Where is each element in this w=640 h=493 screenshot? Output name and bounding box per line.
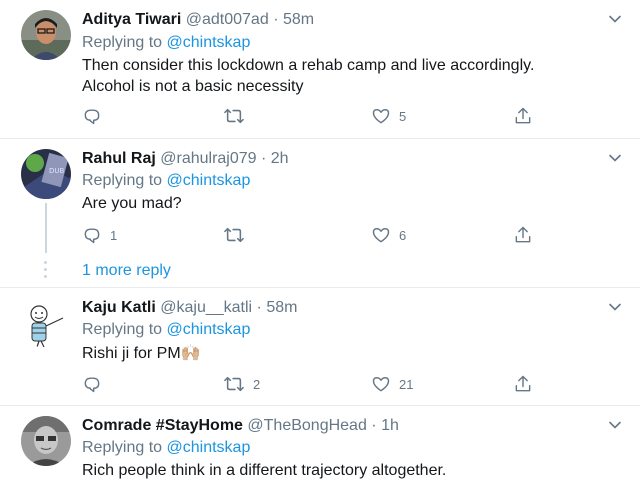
avatar[interactable] bbox=[21, 10, 71, 60]
share-button[interactable] bbox=[513, 104, 533, 128]
like-button[interactable]: 5 bbox=[371, 104, 406, 128]
timestamp[interactable]: 58m bbox=[266, 299, 297, 316]
tweet-actions: 1 6 bbox=[82, 223, 542, 247]
display-name[interactable]: Aditya Tiwari bbox=[82, 11, 181, 28]
reply-icon bbox=[84, 377, 100, 393]
user-handle[interactable]: @adt007ad bbox=[186, 11, 269, 28]
tweet-text: Are you mad? bbox=[82, 193, 622, 214]
tweet-2[interactable]: DUB Rahul Raj @rahulraj079 · 2h Replying… bbox=[0, 139, 640, 287]
replying-label: Replying to bbox=[82, 34, 163, 51]
retweet-icon bbox=[224, 376, 244, 392]
timestamp[interactable]: 1h bbox=[381, 417, 399, 434]
share-button[interactable] bbox=[513, 223, 533, 247]
separator: · bbox=[256, 299, 262, 316]
more-replies-link[interactable]: 1 more reply bbox=[82, 261, 171, 281]
like-count: 5 bbox=[399, 108, 407, 124]
tweet-text-line: Then consider this lockdown a rehab camp… bbox=[82, 57, 535, 74]
user-handle[interactable]: @rahulraj079 bbox=[160, 150, 256, 167]
avatar[interactable]: DUB bbox=[21, 149, 71, 199]
like-count: 6 bbox=[399, 227, 407, 243]
heart-icon bbox=[372, 109, 390, 124]
reply-button[interactable] bbox=[82, 372, 110, 396]
replying-label: Replying to bbox=[82, 439, 163, 456]
thread-line bbox=[45, 203, 47, 253]
replying-to: Replying to @chintskap bbox=[82, 438, 250, 458]
tweet-3[interactable]: Kaju Katli @kaju__katli · 58m Replying t… bbox=[0, 288, 640, 405]
reply-count: 1 bbox=[110, 227, 118, 243]
reply-button[interactable] bbox=[82, 104, 110, 128]
tweet-text: Then consider this lockdown a rehab camp… bbox=[82, 55, 622, 97]
replying-label: Replying to bbox=[82, 321, 163, 338]
tweet-text-line: Are you mad? bbox=[82, 195, 182, 212]
tweet-text-line: Alcohol is not a basic necessity bbox=[82, 78, 304, 95]
chevron-down-icon[interactable] bbox=[608, 300, 622, 314]
timestamp[interactable]: 58m bbox=[283, 11, 314, 28]
chevron-down-icon[interactable] bbox=[608, 151, 622, 165]
share-button[interactable] bbox=[513, 372, 533, 396]
tweet-text-line: Rich people think in a different traject… bbox=[82, 462, 447, 479]
mention-link[interactable]: @chintskap bbox=[167, 321, 251, 338]
mention-link[interactable]: @chintskap bbox=[167, 34, 251, 51]
raised-hands-emoji: 🙌🏼 bbox=[180, 345, 201, 362]
avatar[interactable] bbox=[21, 298, 71, 348]
retweet-icon bbox=[224, 227, 244, 243]
like-button[interactable]: 21 bbox=[371, 372, 413, 396]
timestamp[interactable]: 2h bbox=[271, 150, 289, 167]
chevron-down-icon[interactable] bbox=[608, 418, 622, 432]
separator: · bbox=[273, 11, 279, 28]
mention-link[interactable]: @chintskap bbox=[167, 172, 251, 189]
separator: · bbox=[261, 150, 267, 167]
like-button[interactable]: 6 bbox=[371, 223, 406, 247]
retweet-button[interactable] bbox=[223, 223, 253, 247]
tweet-4[interactable]: Comrade #StayHome @TheBongHead · 1h Repl… bbox=[0, 406, 640, 493]
retweet-count: 2 bbox=[253, 376, 261, 392]
share-icon bbox=[515, 375, 531, 392]
display-name[interactable]: Comrade #StayHome bbox=[82, 417, 243, 434]
replying-to: Replying to @chintskap bbox=[82, 320, 250, 340]
tweet-text-line: Rishi ji for PM bbox=[82, 345, 181, 362]
tweet-text: Rishi ji for PM🙌🏼 bbox=[82, 343, 622, 364]
user-handle[interactable]: @TheBongHead bbox=[247, 417, 366, 434]
replying-label: Replying to bbox=[82, 172, 163, 189]
avatar[interactable] bbox=[21, 416, 71, 466]
retweet-button[interactable]: 2 bbox=[223, 372, 260, 396]
separator: · bbox=[371, 417, 377, 434]
share-icon bbox=[515, 107, 531, 124]
replying-to: Replying to @chintskap bbox=[82, 171, 250, 191]
replying-to: Replying to @chintskap bbox=[82, 33, 250, 53]
retweet-icon bbox=[224, 108, 244, 124]
tweet-text: Rich people think in a different traject… bbox=[82, 460, 622, 481]
heart-icon bbox=[372, 377, 390, 392]
reply-button[interactable]: 1 bbox=[82, 223, 117, 247]
tweet-actions: 2 21 bbox=[82, 372, 542, 396]
share-icon bbox=[515, 226, 531, 243]
mention-link[interactable]: @chintskap bbox=[167, 439, 251, 456]
display-name[interactable]: Rahul Raj bbox=[82, 150, 156, 167]
chevron-down-icon[interactable] bbox=[608, 12, 622, 26]
user-handle[interactable]: @kaju__katli bbox=[160, 299, 252, 316]
tweet-actions: 5 bbox=[82, 104, 542, 128]
display-name[interactable]: Kaju Katli bbox=[82, 299, 156, 316]
reply-icon bbox=[84, 228, 100, 244]
heart-icon bbox=[372, 228, 390, 243]
retweet-button[interactable] bbox=[223, 104, 253, 128]
svg-text:DUB: DUB bbox=[49, 167, 65, 175]
tweet-1[interactable]: Aditya Tiwari @adt007ad · 58m Replying t… bbox=[0, 0, 640, 138]
thread-dots bbox=[44, 261, 48, 282]
reply-icon bbox=[84, 109, 100, 125]
like-count: 21 bbox=[399, 376, 414, 392]
